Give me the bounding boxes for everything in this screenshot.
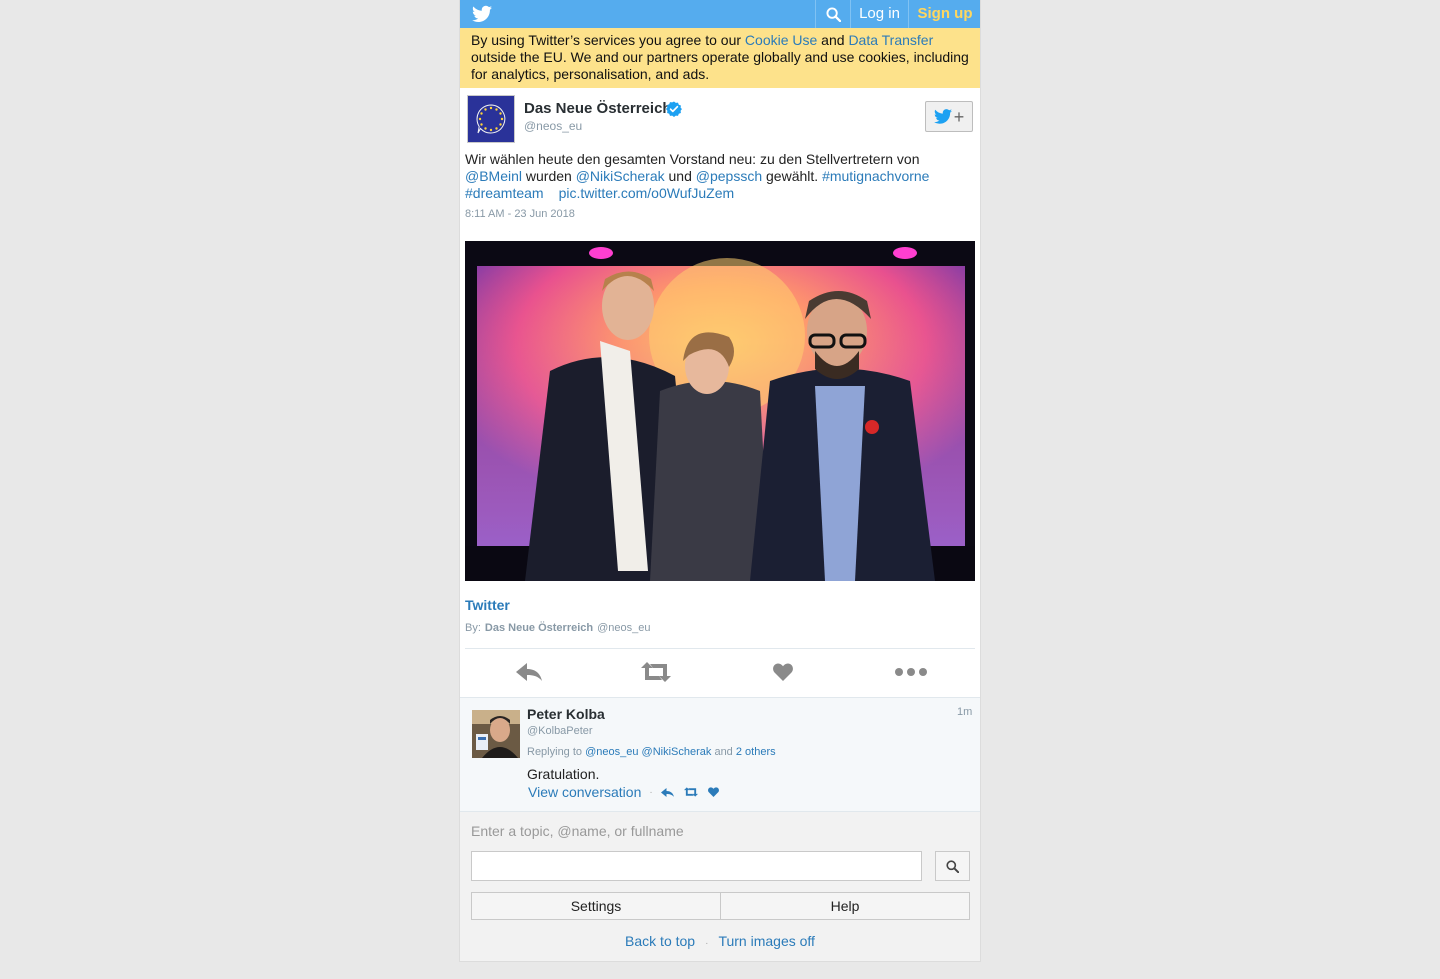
cookie-notice: By using Twitter’s services you agree to… <box>460 28 980 88</box>
card-by-name[interactable]: Das Neue Österreich <box>485 622 593 634</box>
reply-tweet: Peter Kolba @KolbaPeter 1m Replying to @… <box>460 697 980 812</box>
reply-text: Gratulation. <box>527 766 600 782</box>
author-name[interactable]: Das Neue Österreich <box>524 100 672 117</box>
more-dots-icon <box>895 668 927 676</box>
cookie-text-1: By using Twitter’s services you agree to… <box>471 32 745 48</box>
reply-author-handle[interactable]: @KolbaPeter <box>527 725 593 737</box>
search-icon <box>825 6 841 22</box>
hashtag-mutignachvorne[interactable]: #mutignachvorne <box>822 168 929 184</box>
tweet-text: Wir wählen heute den gesamten Vorstand n… <box>465 151 970 202</box>
footer-links: Back to top · Turn images off <box>460 933 980 949</box>
replying-mention-neos[interactable]: @neos_eu <box>585 746 638 758</box>
photo-three-people <box>465 241 975 581</box>
card-title-link[interactable]: Twitter <box>465 597 510 613</box>
retweet-button[interactable] <box>636 655 676 689</box>
tweet-timestamp[interactable]: 8:11 AM - 23 Jun 2018 <box>465 208 575 220</box>
settings-button[interactable]: Settings <box>472 893 720 919</box>
mention-pepssch[interactable]: @pepssch <box>696 168 762 184</box>
search-icon <box>946 859 959 873</box>
twitter-bird-icon <box>933 109 952 124</box>
hashtag-dreamteam[interactable]: #dreamteam <box>465 185 544 201</box>
reply-timestamp[interactable]: 1m <box>957 706 972 718</box>
verified-badge-icon <box>666 101 682 117</box>
mention-nikischerak[interactable]: @NikiScherak <box>576 168 665 184</box>
tweet-actions <box>465 655 975 689</box>
replying-mention-nikischerak[interactable]: @NikiScherak <box>642 746 712 758</box>
search-button[interactable] <box>815 0 850 28</box>
view-conversation-link[interactable]: View conversation <box>528 784 641 800</box>
twitter-bird-icon[interactable] <box>472 5 492 23</box>
reply-button[interactable] <box>509 655 549 689</box>
replying-to: Replying to @neos_eu @NikiScherak and 2 … <box>527 746 776 758</box>
replying-and: and <box>711 746 736 758</box>
heart-icon <box>773 663 793 681</box>
card-byline: By: Das Neue Österreich @neos_eu <box>465 622 651 634</box>
tweet-text-part: wurden <box>522 168 576 184</box>
replying-label: Replying to <box>527 746 586 758</box>
search-submit-button[interactable] <box>935 851 970 881</box>
reply-author-name[interactable]: Peter Kolba <box>527 706 605 722</box>
separator-dot: · <box>705 938 709 949</box>
pic-link[interactable]: pic.twitter.com/o0WufJuZem <box>559 185 735 201</box>
follow-button[interactable]: + <box>925 101 973 132</box>
card-by-label: By: <box>465 622 481 634</box>
reply-footer: View conversation · <box>528 784 729 800</box>
separator-dot: · <box>649 786 653 798</box>
data-transfer-link[interactable]: Data Transfer <box>848 32 933 48</box>
author-handle[interactable]: @neos_eu <box>524 119 582 133</box>
top-bar: Log in Sign up <box>460 0 980 28</box>
tweet-text-part: und <box>664 168 696 184</box>
cookie-text-3: outside the EU. We and our partners oper… <box>471 49 969 82</box>
reply-avatar[interactable] <box>472 710 520 758</box>
tweet-photo[interactable] <box>465 241 975 581</box>
heart-icon[interactable] <box>707 787 719 797</box>
settings-help-row: Settings Help <box>471 892 970 920</box>
person-photo-icon <box>472 710 520 758</box>
search-label: Enter a topic, @name, or fullname <box>471 823 684 839</box>
mobile-page: Log in Sign up By using Twitter’s servic… <box>459 0 981 962</box>
cookie-text-2: and <box>817 32 849 48</box>
author-avatar[interactable] <box>467 95 515 143</box>
cookie-use-link[interactable]: Cookie Use <box>745 32 817 48</box>
search-input[interactable] <box>471 851 922 881</box>
tweet-text-part: Wir wählen heute den gesamten Vorstand n… <box>465 151 920 167</box>
retweet-icon[interactable] <box>683 787 698 797</box>
login-link[interactable]: Log in <box>850 0 908 28</box>
replying-others-link[interactable]: 2 others <box>736 746 776 758</box>
mention-bmeinl[interactable]: @BMeinl <box>465 168 522 184</box>
footer: Enter a topic, @name, or fullname Settin… <box>460 812 980 961</box>
signup-link[interactable]: Sign up <box>908 0 981 28</box>
eu-stars-logo-icon <box>468 96 514 142</box>
card-by-handle[interactable]: @neos_eu <box>597 622 650 634</box>
retweet-icon <box>641 662 671 682</box>
help-button[interactable]: Help <box>720 893 969 919</box>
like-button[interactable] <box>763 655 803 689</box>
plus-icon: + <box>953 106 965 127</box>
turn-images-off-link[interactable]: Turn images off <box>718 933 815 949</box>
back-to-top-link[interactable]: Back to top <box>625 933 695 949</box>
divider <box>465 648 975 649</box>
more-button[interactable] <box>891 655 931 689</box>
reply-icon[interactable] <box>660 787 674 797</box>
reply-icon <box>516 663 542 681</box>
tweet-text-part: gewählt. <box>762 168 823 184</box>
